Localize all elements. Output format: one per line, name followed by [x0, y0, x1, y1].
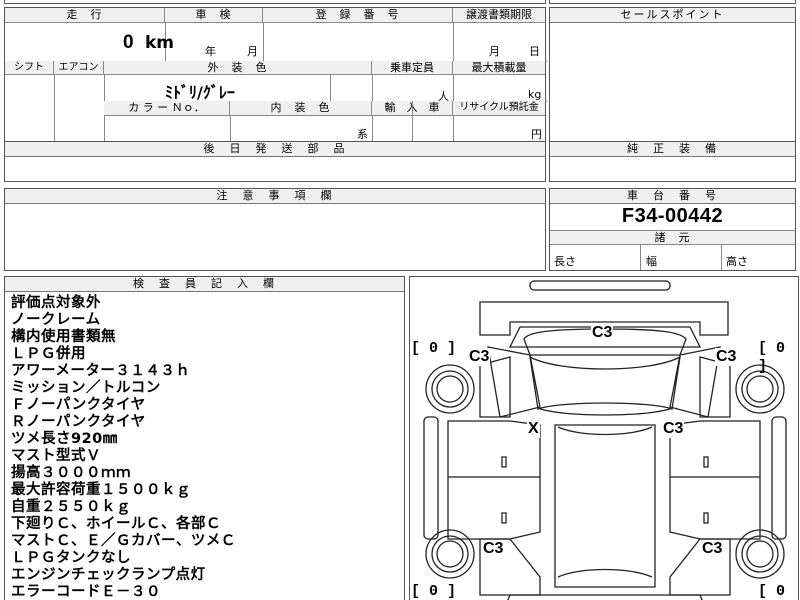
inspector-note-line: アワーメーター３１４３ｈ	[11, 363, 191, 379]
inspector-label: 検 査 員 記 入 欄	[5, 277, 404, 292]
inspector-note-line: ＬＰＧタンクなし	[11, 550, 131, 566]
caution-label: 注 意 事 項 欄	[5, 189, 545, 204]
color-no-label: カ ラ ー Ｎｏ．	[104, 101, 230, 116]
inspector-note-line: 揚高３０００ｍｍ	[11, 465, 131, 481]
inspector-note-line: エンジンチェックランプ点灯	[11, 567, 206, 583]
chassis-panel: 車 台 番 号 F34-00442 諸 元 長さ 幅 高さ	[549, 188, 796, 271]
damage-mark-top: C3	[591, 324, 614, 342]
inspector-note-line: ツメ長さ920㎜	[11, 431, 118, 447]
inspection-label: 車 検	[165, 8, 263, 23]
inspector-notes-panel: 検 査 員 記 入 欄 評価点対象外 ノークレーム 構内使用書類無 ＬＰＧ併用 アワーメ…	[4, 276, 405, 600]
later-parts-label: 後 日 発 送 部 品	[5, 142, 545, 157]
exterior-color-label: 外 装 色	[104, 61, 372, 75]
inspector-note-line: ノークレーム	[11, 312, 101, 328]
inspector-note-line: ＬＰＧ併用	[11, 346, 86, 362]
length-label: 長さ	[554, 255, 576, 268]
transfer-day-unit: 日	[529, 45, 540, 58]
inspection-year-unit: 年	[205, 45, 216, 58]
genuine-equipment-label: 純 正 装 備	[550, 142, 795, 157]
sales-point-label: セールスポイント	[550, 8, 795, 23]
inspection-month-unit: 月	[247, 45, 258, 58]
transfer-docs-label: 譲渡書類期限	[453, 8, 545, 23]
width-label: 幅	[646, 255, 657, 268]
inspector-note-line: Ｆノーパンクタイヤ	[11, 397, 146, 413]
max-load-unit: kg	[528, 88, 542, 101]
registration-label: 登 録 番 号	[263, 8, 453, 23]
inspector-note-line: 自重２５５０ｋｇ	[11, 499, 131, 515]
previous-section-edge-right	[549, 0, 796, 4]
damage-mark-x: X	[527, 420, 540, 438]
inspector-note-line: 下廻りＣ、ホイールＣ、各部Ｃ	[11, 516, 221, 532]
mileage-value: 0	[123, 32, 134, 53]
inspector-note-line: Ｒノーパンクタイヤ	[11, 414, 146, 430]
shift-label: シフト	[5, 61, 54, 75]
height-label: 高さ	[726, 255, 748, 268]
mileage-label: 走 行	[5, 8, 165, 23]
inspector-note-line: マストＣ、Ｅ／Ｇカバー、ツメＣ	[11, 533, 236, 549]
chassis-number: F34-00442	[621, 205, 724, 227]
vehicle-damage-diagram: C3 C3 C3 X C3 C3 C3 [ 0 ] [ 0 ] [ 0 ] [ …	[409, 276, 799, 600]
tire-depth-top-right: [ 0 ]	[758, 340, 786, 375]
exterior-color-value: ﾐﾄﾞﾘ/ｸﾞﾚｰ	[165, 83, 235, 102]
damage-mark-front-left: C3	[468, 348, 491, 366]
genuine-equipment-panel: 純 正 装 備	[549, 141, 796, 182]
vehicle-info-form: 走 行 車 検 登 録 番 号 譲渡書類期限 0 km 年 月 月 日 シフト …	[4, 7, 547, 143]
inspector-note-line: 評価点対象外	[11, 295, 101, 311]
aircon-label: エアコン	[54, 61, 104, 75]
max-load-label: 最大積載量	[453, 61, 545, 75]
recycle-label: リサイクル預託金	[453, 101, 545, 116]
inspector-note-line: エラーコードＥ－３０	[11, 584, 161, 600]
sales-point-panel: セールスポイント	[549, 7, 796, 143]
transfer-month-unit: 月	[489, 45, 500, 58]
mileage-unit: km	[145, 33, 175, 53]
interior-color-label: 内 装 色	[230, 101, 372, 116]
damage-mark-rear-right: C3	[701, 540, 724, 558]
capacity-label: 乗車定員	[372, 61, 453, 75]
inspector-notes: 評価点対象外 ノークレーム 構内使用書類無 ＬＰＧ併用 アワーメーター３１４３ｈ ミッショ…	[11, 295, 236, 600]
specs-label: 諸 元	[550, 231, 795, 245]
previous-section-edge	[4, 0, 546, 4]
recycle-unit: 円	[531, 128, 542, 141]
damage-mark-rear-left: C3	[482, 540, 505, 558]
damage-mark-right-side: C3	[662, 420, 685, 438]
inspector-note-line: 最大許容荷重１５００ｋｇ	[11, 482, 191, 498]
tire-depth-bottom-left: [ 0 ]	[411, 583, 457, 600]
later-parts-panel: 後 日 発 送 部 品	[4, 141, 546, 182]
caution-panel: 注 意 事 項 欄	[4, 188, 546, 271]
inspector-note-line: マスト型式Ｖ	[11, 448, 101, 464]
tire-depth-bottom-right: [ 0 ]	[758, 583, 786, 600]
chassis-label: 車 台 番 号	[550, 189, 795, 204]
inspector-note-line: ミッション／トルコン	[11, 380, 161, 396]
damage-mark-front-right: C3	[715, 348, 738, 366]
inspector-note-line: 構内使用書類無	[11, 329, 116, 345]
interior-color-unit: 系	[357, 128, 368, 141]
tire-depth-top-left: [ 0 ]	[411, 340, 457, 357]
